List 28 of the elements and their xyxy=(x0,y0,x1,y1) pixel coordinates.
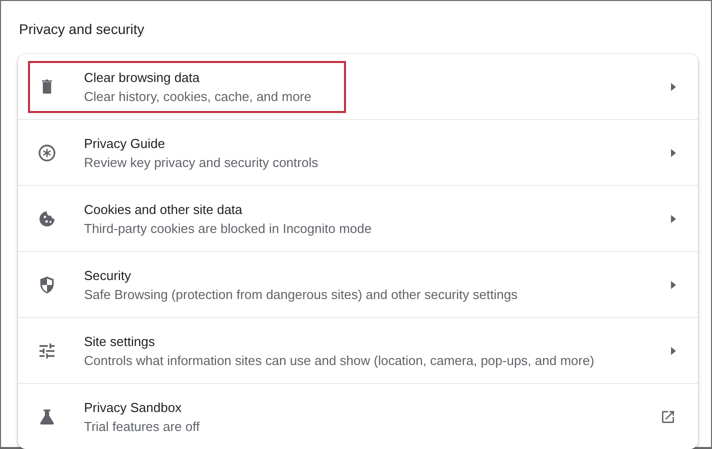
sliders-icon xyxy=(37,340,57,360)
external-link-icon xyxy=(660,408,676,424)
caret-icon xyxy=(671,82,676,90)
row-title: Privacy Sandbox xyxy=(84,400,183,414)
caret-icon xyxy=(671,346,676,354)
settings-row[interactable]: Privacy Guide Review key privacy and security controls xyxy=(18,119,698,185)
caret-icon xyxy=(671,214,676,222)
row-subtitle: Clear history, cookies, cache, and more xyxy=(84,88,312,104)
row-subtitle: Trial features are off xyxy=(84,418,200,434)
settings-row[interactable]: Privacy Sandbox Trial features are off xyxy=(18,383,698,449)
flask-icon xyxy=(37,406,57,426)
caret-icon xyxy=(671,280,676,288)
row-title: Clear browsing data xyxy=(84,70,201,84)
caret-icon xyxy=(671,148,676,156)
row-title: Site settings xyxy=(84,334,156,348)
row-subtitle: Safe Browsing (protection from dangerous sites) and other security settings xyxy=(84,286,518,302)
settings-row[interactable]: Clear browsing data Clear history, cookies, cache, and more xyxy=(18,54,698,119)
row-subtitle: Review key privacy and security controls xyxy=(84,154,318,170)
row-title: Privacy Guide xyxy=(84,136,166,150)
settings-row[interactable]: Security Safe Browsing (protection from dangerous sites) and other security settings xyxy=(18,251,698,317)
cookie-icon xyxy=(37,208,57,228)
settings-row[interactable]: Cookies and other site data Third-party cookies are blocked in Incognito mode xyxy=(18,185,698,251)
row-subtitle: Third-party cookies are blocked in Incognito mode xyxy=(84,220,372,236)
settings-row[interactable]: Site settings Controls what information sites can use and show (location, camera, pop-ups, and more) xyxy=(18,317,698,383)
row-title: Security xyxy=(84,268,132,282)
section-heading: Privacy and security xyxy=(19,21,146,37)
row-subtitle: Controls what information sites can use and show (location, camera, pop-ups, and more) xyxy=(84,352,594,368)
row-title: Cookies and other site data xyxy=(84,202,244,216)
